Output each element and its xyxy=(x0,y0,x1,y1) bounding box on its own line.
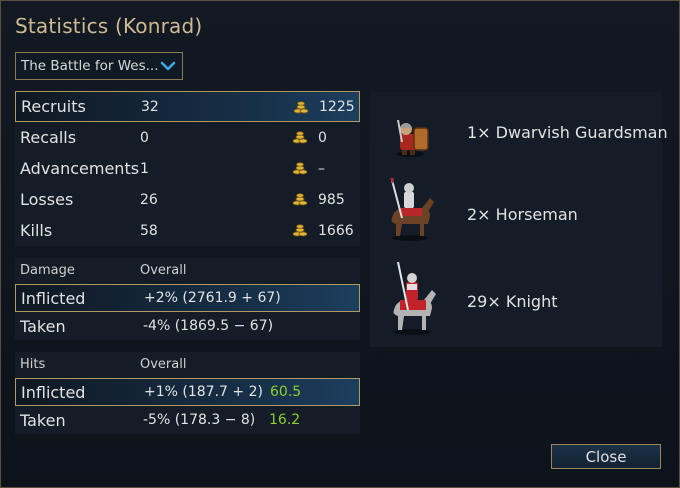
table-row-damage-taken[interactable]: Taken -4% (1869.5 − 67) xyxy=(15,312,360,340)
scenario-dropdown[interactable]: The Battle for Wes... xyxy=(15,52,183,80)
damage-column-header: Overall xyxy=(140,263,187,278)
gold-coins-icon xyxy=(293,101,309,114)
row-label: Kills xyxy=(20,221,53,240)
row-label: Losses xyxy=(20,190,74,209)
row-count: 58 xyxy=(140,222,158,239)
row-gold: 1666 xyxy=(318,222,354,239)
row-value: +1% (187.7 + 2) xyxy=(144,384,263,400)
row-count: 32 xyxy=(141,98,159,115)
close-button[interactable]: Close xyxy=(551,444,661,469)
scenario-dropdown-value: The Battle for Wes... xyxy=(21,58,159,74)
row-label: Recalls xyxy=(20,128,77,147)
row-label: Taken xyxy=(20,410,66,430)
summary-table: Recruits 32 1225 Recalls 0 0 Advancement… xyxy=(15,91,360,246)
table-row-losses[interactable]: Losses 26 985 xyxy=(15,184,360,215)
row-label: Taken xyxy=(20,316,66,336)
row-value: -4% (1869.5 − 67) xyxy=(143,318,274,334)
horseman-sprite xyxy=(390,178,434,241)
unit-label: 1× Dwarvish Guardsman xyxy=(467,123,668,142)
row-rating: 60.5 xyxy=(270,384,302,400)
gold-coins-icon xyxy=(292,131,308,144)
table-row-hits-taken[interactable]: Taken -5% (178.3 − 8) 16.2 xyxy=(15,406,360,434)
knight-sprite xyxy=(393,261,436,335)
row-value: +2% (2761.9 + 67) xyxy=(144,290,281,306)
damage-header: Damage xyxy=(20,263,75,278)
row-count: 1 xyxy=(140,160,149,177)
gold-coins-icon xyxy=(292,193,308,206)
row-value: -5% (178.3 − 8) xyxy=(143,412,256,428)
dialog-title: Statistics (Konrad) xyxy=(15,14,203,38)
table-row-kills[interactable]: Kills 58 1666 xyxy=(15,215,360,246)
row-gold: 985 xyxy=(318,191,345,208)
unit-label: 2× Horseman xyxy=(467,205,578,224)
table-row-hits-inflicted[interactable]: Inflicted +1% (187.7 + 2) 60.5 xyxy=(15,378,360,406)
hits-header: Hits xyxy=(20,357,46,372)
row-gold: – xyxy=(318,160,325,177)
table-row-advancements[interactable]: Advancements 1 – xyxy=(15,153,360,184)
hits-column-header: Overall xyxy=(140,357,187,372)
row-label: Inflicted xyxy=(21,288,86,308)
hits-table: Hits Overall Inflicted +1% (187.7 + 2) 6… xyxy=(15,352,360,434)
row-count: 26 xyxy=(140,191,158,208)
recruited-units-panel: 1× Dwarvish Guardsman 2× Horseman 29× Kn… xyxy=(370,92,668,347)
row-gold: 1225 xyxy=(319,98,355,115)
row-label: Inflicted xyxy=(21,382,86,402)
damage-table: Damage Overall Inflicted +2% (2761.9 + 6… xyxy=(15,258,360,340)
chevron-down-icon xyxy=(160,61,176,71)
gold-coins-icon xyxy=(292,162,308,175)
row-count: 0 xyxy=(140,129,149,146)
row-gold: 0 xyxy=(318,129,327,146)
unit-label: 29× Knight xyxy=(467,292,558,311)
row-label: Advancements xyxy=(20,159,140,178)
gold-coins-icon xyxy=(292,224,308,237)
row-label: Recruits xyxy=(21,97,86,116)
table-row-recruits[interactable]: Recruits 32 1225 xyxy=(15,91,360,122)
table-row-damage-inflicted[interactable]: Inflicted +2% (2761.9 + 67) xyxy=(15,284,360,312)
row-rating: 16.2 xyxy=(269,412,301,428)
dwarvish-guardsman-sprite xyxy=(396,119,429,157)
table-row-recalls[interactable]: Recalls 0 0 xyxy=(15,122,360,153)
